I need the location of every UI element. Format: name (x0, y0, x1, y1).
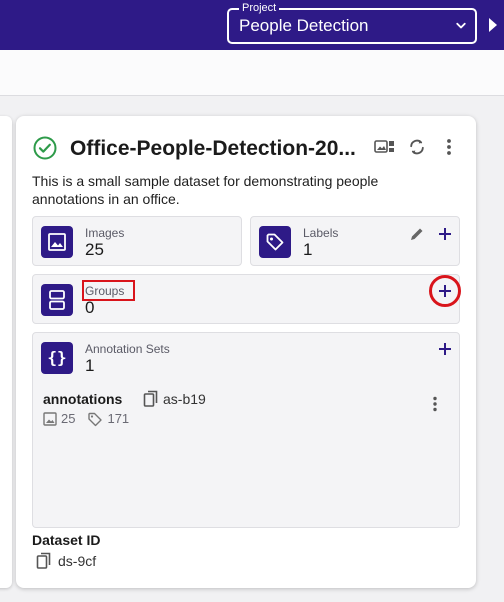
dataset-id-label: Dataset ID (32, 532, 101, 548)
annotation-set-label-count: 171 (107, 411, 130, 426)
add-group-button[interactable] (434, 280, 456, 302)
annotation-sets-tile[interactable]: {} Annotation Sets 1 (32, 332, 460, 379)
braces-icon: {} (41, 342, 73, 374)
annotation-set-name: annotations (43, 391, 123, 407)
more-options-button[interactable] (437, 135, 461, 159)
check-circle-icon (33, 136, 57, 160)
more-vertical-icon (433, 396, 437, 412)
more-vertical-icon (447, 139, 451, 155)
labels-label: Labels (303, 226, 339, 240)
annotation-set-more-button[interactable] (425, 394, 445, 414)
annotation-sets-count: 1 (85, 356, 95, 375)
labels-count: 1 (303, 240, 313, 259)
dataset-id-value: ds-9cf (58, 553, 97, 569)
project-select-label: Project (239, 1, 280, 15)
copy-icon[interactable] (143, 390, 159, 408)
annotation-sets-list: annotations as-b19 25 171 (32, 378, 460, 528)
project-select-value: People Detection (239, 16, 369, 35)
toolbar (0, 50, 504, 96)
images-label: Images (85, 226, 125, 240)
annotation-set-stats: 25 171 (43, 411, 129, 427)
add-annotation-set-button[interactable] (434, 338, 456, 360)
pencil-icon (411, 228, 423, 240)
dataset-card: Office-People-Detection-20... This is a … (16, 116, 476, 588)
chevron-down-icon (456, 22, 466, 29)
image-grid-icon (374, 140, 394, 153)
copy-icon[interactable] (36, 552, 52, 570)
edit-labels-button[interactable] (406, 223, 428, 245)
groups-tile[interactable]: Groups 0 (32, 274, 461, 324)
images-tile[interactable]: Images 25 (32, 216, 242, 266)
images-count: 25 (85, 240, 104, 259)
plus-icon (439, 228, 451, 240)
dataset-description: This is a small sample dataset for demon… (32, 173, 379, 207)
tag-icon (259, 226, 291, 258)
dataset-title: Office-People-Detection-20... (70, 137, 356, 160)
plus-icon (439, 343, 451, 355)
group-icon (41, 284, 73, 316)
groups-label-highlight (82, 280, 135, 301)
add-label-button[interactable] (434, 223, 456, 245)
refresh-button[interactable] (405, 135, 429, 159)
groups-count: 0 (85, 298, 95, 317)
previous-card[interactable] (0, 116, 12, 588)
project-select[interactable]: Project People Detection (227, 1, 477, 44)
gallery-button[interactable] (373, 135, 397, 159)
labels-tile[interactable]: Labels 1 (250, 216, 460, 266)
image-icon (43, 412, 57, 426)
tag-icon (88, 412, 103, 427)
caret-right-icon[interactable] (486, 15, 500, 35)
plus-icon (439, 285, 451, 297)
image-icon (41, 226, 73, 258)
top-bar: Project People Detection (0, 0, 504, 50)
annotation-sets-label: Annotation Sets (85, 342, 170, 356)
annotation-set-id: as-b19 (163, 391, 206, 407)
annotation-set-image-count: 25 (61, 411, 76, 426)
sync-icon (410, 139, 424, 155)
